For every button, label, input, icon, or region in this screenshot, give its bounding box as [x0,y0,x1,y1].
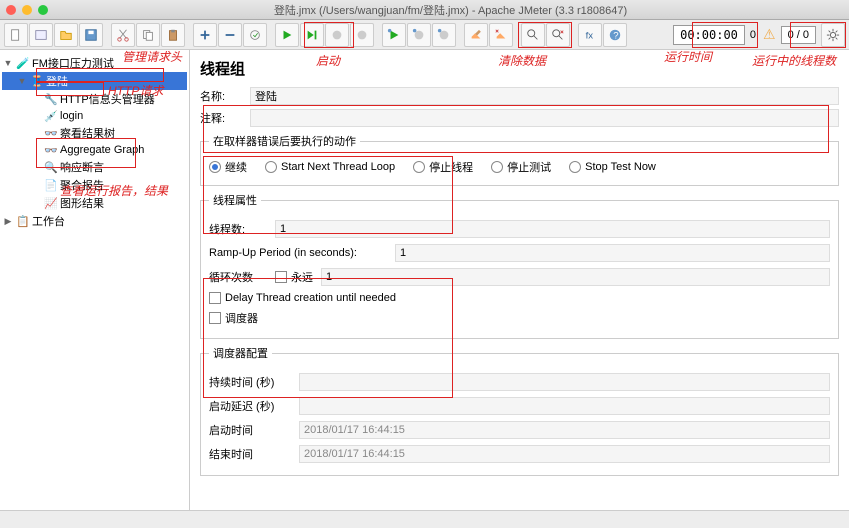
tree-workbench[interactable]: ▶📋工作台 [2,212,187,230]
duration-input[interactable] [299,373,830,391]
loop-label: 循环次数 [209,269,269,285]
tree-aggregate-report[interactable]: 📄聚合报告 [2,176,187,194]
clear-all-button[interactable] [489,23,513,47]
radio-stop-test-now[interactable]: Stop Test Now [569,161,656,173]
gear-icon[interactable] [821,23,845,47]
test-plan-tree: ▼🧪FM接口压力测试 ▼🧵登陆 🔧HTTP信息头管理器 💉login 👓察看结果… [0,50,190,528]
start-button[interactable] [275,23,299,47]
paste-button[interactable] [161,23,185,47]
wrench-icon: 🔧 [44,92,58,106]
window-controls [6,5,48,15]
comment-input[interactable] [250,109,839,127]
scheduler-checkbox[interactable] [209,312,221,324]
tree-http-header-manager[interactable]: 🔧HTTP信息头管理器 [2,90,187,108]
start-time-input[interactable] [299,421,830,439]
loop-input[interactable] [321,268,830,286]
comment-label: 注释: [200,110,250,126]
timer-display: 00:00:00 [673,25,745,45]
startup-delay-input[interactable] [299,397,830,415]
thread-count: 0 / 0 [781,26,816,44]
clear-button[interactable] [464,23,488,47]
maximize-icon[interactable] [38,5,48,15]
tree-http-request[interactable]: 💉login [2,108,187,124]
open-button[interactable] [54,23,78,47]
close-icon[interactable] [6,5,16,15]
chart-icon: 📈 [44,196,58,210]
report-icon: 📄 [44,178,58,192]
sampler-error-fieldset: 在取样器错误后要执行的动作 继续 Start Next Thread Loop … [200,133,839,186]
scheduler-config-legend: 调度器配置 [209,345,272,361]
start-time-label: 启动时间 [209,422,299,438]
radio-stop-thread[interactable]: 停止线程 [413,159,473,175]
search-button[interactable] [521,23,545,47]
threads-input[interactable] [275,220,830,238]
sampler-error-legend: 在取样器错误后要执行的动作 [209,133,360,149]
help-button[interactable]: ? [603,23,627,47]
threads-label: 线程数: [209,221,269,237]
spool-icon: 🧵 [30,74,44,88]
remote-start-button[interactable] [382,23,406,47]
copy-button[interactable] [136,23,160,47]
tree-aggregate-graph[interactable]: 👓Aggregate Graph [2,142,187,158]
tree-graph-results[interactable]: 📈图形结果 [2,194,187,212]
thread-group-panel: 线程组 名称: 注释: 在取样器错误后要执行的动作 继续 Start Next … [190,50,849,528]
radio-start-next-loop[interactable]: Start Next Thread Loop [265,161,395,173]
collapse-button[interactable] [218,23,242,47]
toolbar: fx ? 00:00:00 0 ⚠ 0 / 0 [0,20,849,50]
panel-title: 线程组 [200,58,839,79]
tree-response-assertion[interactable]: 🔍响应断言 [2,158,187,176]
warning-icon: ⚠ [763,26,776,43]
delay-label: 启动延迟 (秒) [209,398,299,414]
start-no-pause-button[interactable] [300,23,324,47]
flask-icon: 🧪 [16,56,30,70]
delay-creation-checkbox[interactable] [209,292,221,304]
statusbar [0,510,849,528]
cut-button[interactable] [111,23,135,47]
pipette-icon: 💉 [44,109,58,123]
remote-stop-button[interactable] [407,23,431,47]
radio-stop-test[interactable]: 停止测试 [491,159,551,175]
scheduler-config-fieldset: 调度器配置 持续时间 (秒) 启动延迟 (秒) 启动时间 结束时间 [200,345,839,476]
ramp-up-label: Ramp-Up Period (in seconds): [209,247,389,259]
warning-count: 0 [746,27,760,43]
name-label: 名称: [200,88,250,104]
thread-props-fieldset: 线程属性 线程数: Ramp-Up Period (in seconds): 循… [200,192,839,339]
end-time-input[interactable] [299,445,830,463]
templates-button[interactable] [29,23,53,47]
reset-search-button[interactable] [546,23,570,47]
minimize-icon[interactable] [22,5,32,15]
remote-shutdown-button[interactable] [432,23,456,47]
glasses-icon: 👓 [44,126,58,140]
svg-text:?: ? [613,30,618,41]
tree-thread-group[interactable]: ▼🧵登陆 [2,72,187,90]
duration-label: 持续时间 (秒) [209,374,299,390]
glasses-icon: 👓 [44,143,58,157]
new-button[interactable] [4,23,28,47]
shutdown-button[interactable] [350,23,374,47]
tree-view-results-tree[interactable]: 👓察看结果树 [2,124,187,142]
magnifier-icon: 🔍 [44,160,58,174]
tree-test-plan[interactable]: ▼🧪FM接口压力测试 [2,54,187,72]
end-time-label: 结束时间 [209,446,299,462]
save-button[interactable] [79,23,103,47]
function-helper-button[interactable]: fx [578,23,602,47]
forever-checkbox[interactable] [275,271,287,283]
thread-props-legend: 线程属性 [209,192,261,208]
svg-text:fx: fx [586,30,594,41]
stop-button[interactable] [325,23,349,47]
name-input[interactable] [250,87,839,105]
radio-continue[interactable]: 继续 [209,159,247,175]
ramp-up-input[interactable] [395,244,830,262]
clipboard-icon: 📋 [16,214,30,228]
expand-button[interactable] [193,23,217,47]
toggle-button[interactable] [243,23,267,47]
titlebar: 登陆.jmx (/Users/wangjuan/fm/登陆.jmx) - Apa… [0,0,849,20]
window-title: 登陆.jmx (/Users/wangjuan/fm/登陆.jmx) - Apa… [58,2,843,18]
